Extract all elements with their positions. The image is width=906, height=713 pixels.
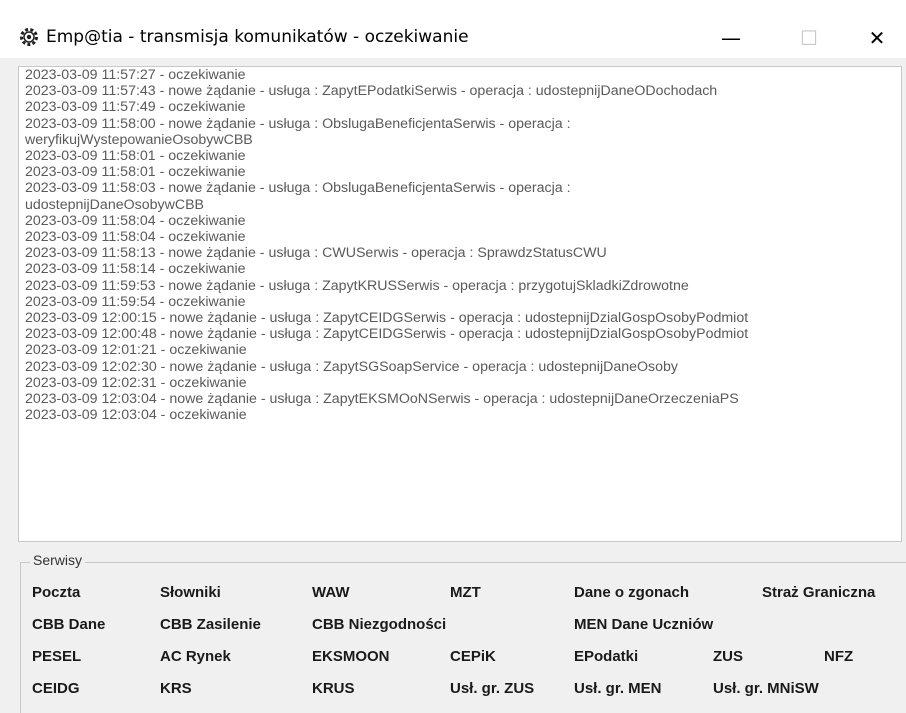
service-link[interactable]: Słowniki — [160, 584, 221, 601]
log-line: 2023-03-09 11:58:04 - oczekiwanie — [25, 229, 246, 246]
log-line: 2023-03-09 12:01:21 - oczekiwanie — [25, 342, 247, 359]
minimize-button[interactable]: — — [702, 18, 760, 58]
log-line: 2023-03-09 11:59:53 - nowe żądanie - usł… — [25, 277, 689, 294]
service-link[interactable]: MEN Dane Uczniów — [574, 616, 713, 633]
log-line: 2023-03-09 12:03:04 - nowe żądanie - usł… — [25, 391, 739, 408]
title-bar: Emp@tia - transmisja komunikatów - oczek… — [0, 0, 906, 58]
service-link[interactable]: AC Rynek — [160, 648, 231, 665]
service-link[interactable]: PESEL — [32, 648, 81, 665]
log-line: 2023-03-09 11:58:04 - oczekiwanie — [25, 212, 246, 229]
log-line: 2023-03-09 11:58:01 - oczekiwanie — [25, 164, 246, 181]
log-line: udostepnijDaneOsobywCBB — [25, 196, 205, 213]
log-line: 2023-03-09 11:57:27 - oczekiwanie — [25, 67, 246, 83]
service-link[interactable]: Poczta — [32, 584, 80, 601]
log-line: 2023-03-09 12:02:31 - oczekiwanie — [25, 374, 247, 391]
log-line: weryfikujWystepowanieOsobywCBB — [25, 131, 253, 148]
service-link[interactable]: CBB Dane — [32, 616, 105, 633]
service-link[interactable]: WAW — [312, 584, 350, 601]
log-line: 2023-03-09 12:02:30 - nowe żądanie - usł… — [25, 358, 679, 375]
service-link[interactable]: Dane o zgonach — [574, 584, 689, 601]
close-button[interactable]: ✕ — [848, 18, 906, 58]
service-link[interactable]: KRUS — [312, 680, 355, 697]
log-line: 2023-03-09 12:00:15 - nowe żądanie - usł… — [25, 310, 749, 327]
service-link[interactable]: CEPiK — [450, 648, 496, 665]
window-title: Emp@tia - transmisja komunikatów - oczek… — [46, 27, 469, 47]
log-line: 2023-03-09 11:58:13 - nowe żądanie - usł… — [25, 245, 607, 262]
service-link[interactable]: Usł. gr. MNiSW — [713, 680, 819, 697]
log-line: 2023-03-09 11:58:03 - nowe żądanie - usł… — [25, 180, 571, 197]
service-link[interactable]: Usł. gr. ZUS — [450, 680, 534, 697]
log-textarea[interactable]: 2023-03-09 11:57:27 - oczekiwanie 2023-03… — [18, 66, 902, 542]
service-link[interactable]: Usł. gr. MEN — [574, 680, 662, 697]
log-line: 2023-03-09 11:58:00 - nowe żądanie - usł… — [25, 115, 571, 132]
log-line: 2023-03-09 11:57:49 - oczekiwanie — [25, 99, 246, 116]
service-link[interactable]: Straż Graniczna — [762, 584, 875, 601]
service-link[interactable]: CBB Zasilenie — [160, 616, 261, 633]
log-line: 2023-03-09 11:57:43 - nowe żądanie - usł… — [25, 83, 718, 100]
service-link[interactable]: MZT — [450, 584, 481, 601]
log-line: 2023-03-09 12:03:04 - oczekiwanie — [25, 407, 247, 424]
log-line: 2023-03-09 11:58:14 - oczekiwanie — [25, 261, 246, 278]
log-line: 2023-03-09 12:00:48 - nowe żądanie - usł… — [25, 326, 749, 343]
gear-icon — [20, 28, 38, 46]
service-link[interactable]: CEIDG — [32, 680, 80, 697]
log-line: 2023-03-09 11:59:54 - oczekiwanie — [25, 293, 246, 310]
service-link[interactable]: KRS — [160, 680, 192, 697]
maximize-button[interactable]: ☐ — [780, 18, 838, 58]
services-group-label: Serwisy — [30, 552, 86, 568]
service-link[interactable]: NFZ — [824, 648, 853, 665]
service-link[interactable]: ZUS — [713, 648, 743, 665]
service-link[interactable]: EKSMOON — [312, 648, 390, 665]
service-link[interactable]: EPodatki — [574, 648, 638, 665]
service-link[interactable]: CBB Niezgodności — [312, 616, 446, 633]
log-line: 2023-03-09 11:58:01 - oczekiwanie — [25, 148, 246, 165]
